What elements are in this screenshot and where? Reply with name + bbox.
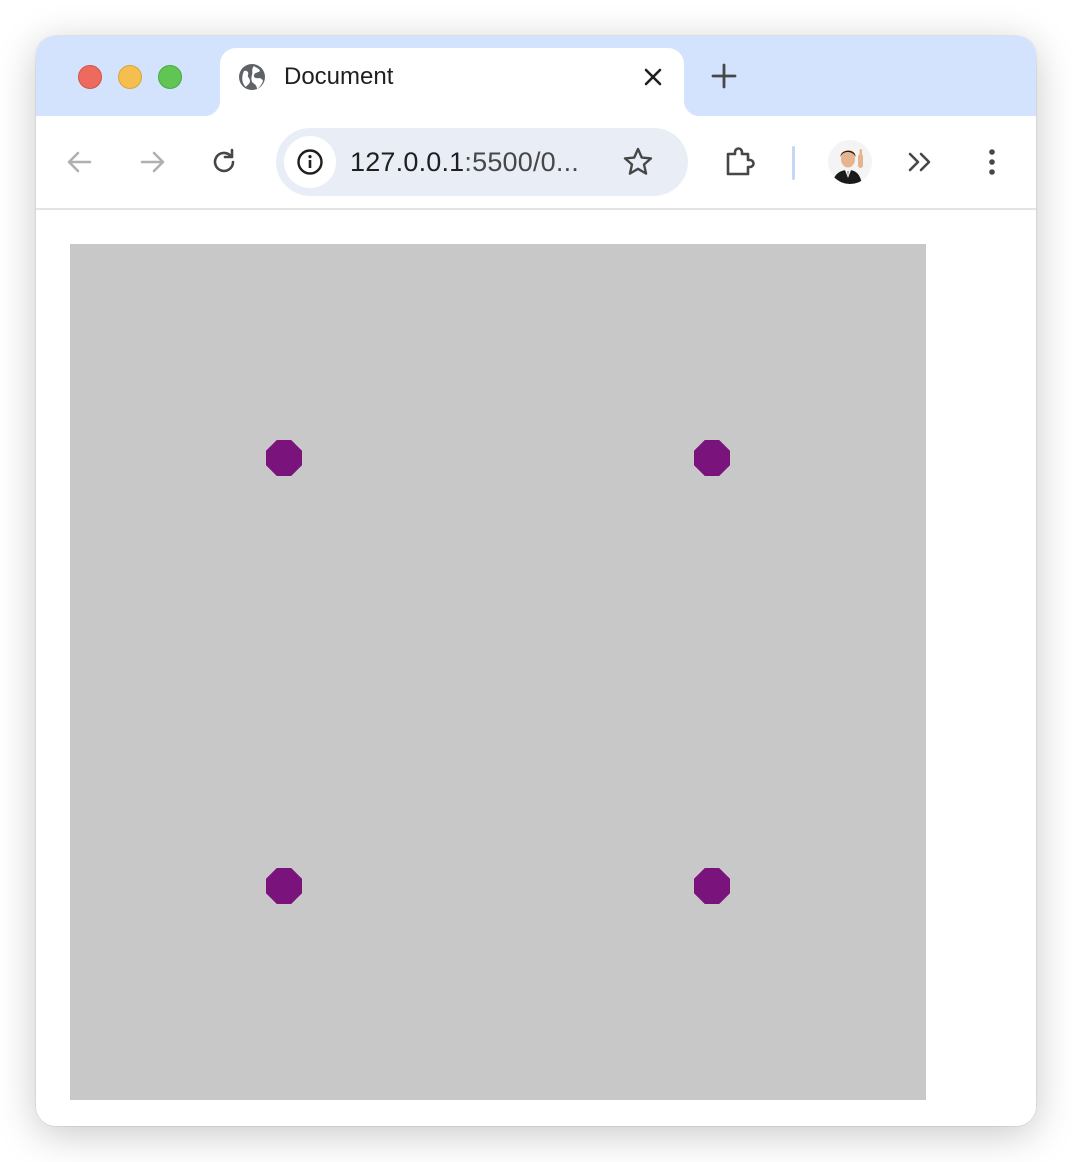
site-info-button[interactable] [284,136,336,188]
window-minimize-button[interactable] [118,65,142,89]
toolbar-divider [792,146,795,180]
purple-dot-bottom-right [694,868,730,904]
purple-dot-top-left [266,440,302,476]
tab-title: Document [284,63,394,90]
toolbar: 127.0.0.1:5500/0... [36,116,1036,210]
arrow-right-icon[interactable] [134,144,170,180]
address-bar[interactable]: 127.0.0.1:5500/0... [276,128,688,196]
new-tab-icon[interactable] [708,60,740,92]
reload-icon[interactable] [206,144,242,180]
page-content [36,210,1036,1126]
gray-canvas [70,244,926,1100]
url-text: 127.0.0.1:5500/0... [350,146,579,178]
url-path: :5500/0... [464,147,579,177]
browser-window: Document 127.0.0.1:5500/0... [36,36,1036,1126]
close-tab-icon[interactable] [640,64,666,90]
chevron-double-right-icon[interactable] [902,144,938,180]
kebab-menu-icon[interactable] [974,144,1010,180]
window-close-button[interactable] [78,65,102,89]
arrow-left-icon[interactable] [62,144,98,180]
globe-icon [239,64,265,90]
person-avatar-icon [828,140,872,184]
puzzle-icon[interactable] [722,144,758,180]
tab-strip: Document [36,36,1036,116]
tab-document[interactable]: Document [204,48,700,116]
star-icon[interactable] [620,144,656,180]
profile-avatar[interactable] [828,140,872,184]
window-maximize-button[interactable] [158,65,182,89]
info-icon [297,149,323,175]
purple-dot-bottom-left [266,868,302,904]
url-host: 127.0.0.1 [350,147,465,177]
purple-dot-top-right [694,440,730,476]
